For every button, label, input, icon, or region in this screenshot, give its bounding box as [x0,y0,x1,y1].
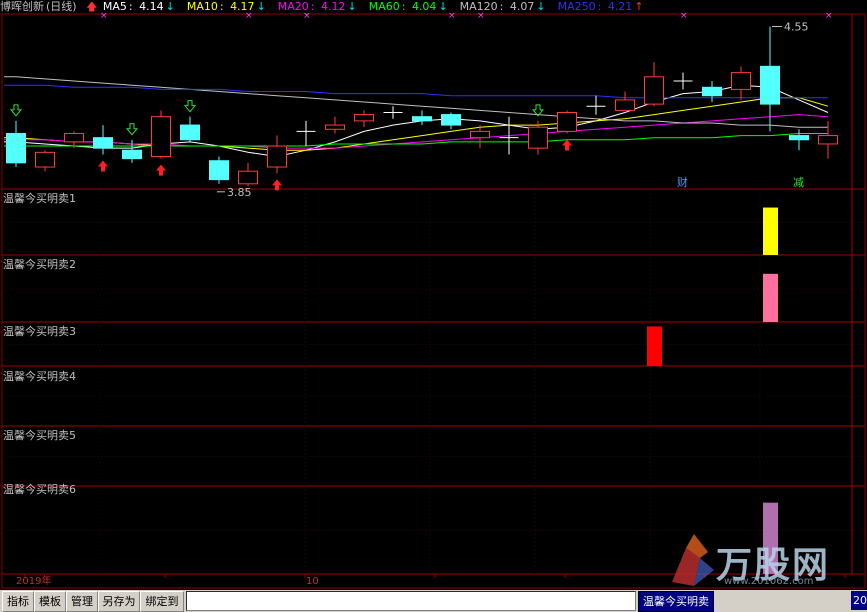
panel-label-3: 温馨今买明卖3 [3,325,76,338]
ma-value: 4.07 [509,0,535,13]
candle-body [760,65,780,105]
panel-label-5: 温馨今买明卖5 [3,429,76,442]
signal-bar-panel-1 [763,207,778,255]
signal-bar-panel-3 [647,326,662,366]
arrow-down-icon: ↓ [165,0,175,13]
chart-header: 博晖创新 (日线) 🡅 MA5: 4.14 ↓ MA10: 4.17 ↓ MA20: 4.… [0,0,658,14]
panel-label-1: 温馨今买明卖1 [3,192,76,205]
template-button[interactable]: 模板 [34,591,66,612]
arrow-down-icon: ↓ [347,0,357,13]
panel-label-4: 温馨今买明卖4 [3,370,76,383]
sell-arrow-icon [125,123,139,136]
candle-body [731,72,751,90]
panel-label-2: 温馨今买明卖2 [3,258,76,271]
ma-label: MA5 [102,0,127,13]
ma-up-icon: 🡅 [86,0,98,13]
top-marker-icon: × [680,11,688,21]
buy-arrow-icon [562,139,572,151]
high-price-label: 4.55 [784,20,809,33]
chart-frame [1,13,866,589]
ma-value: 4.14 [139,0,164,13]
manage-button[interactable]: 管理 [66,591,98,612]
ma-label: MA20 [277,0,309,13]
signal-bar-panel-2 [763,273,778,322]
low-price-label: 3.85 [227,186,252,199]
candle-body [93,137,113,149]
ma-ma250-readout: MA250: 4.21 ↑ [557,0,644,13]
ma-ma20-readout: MA20: 4.12 ↓ [277,0,357,13]
candle-body [702,86,722,97]
candle-body [325,124,345,130]
ma-ma120-readout: MA120: 4.07 ↓ [459,0,546,13]
ma-value: 4.04 [411,0,437,13]
candle-body [818,135,838,145]
candle-body [470,130,490,139]
buy-arrow-icon [98,160,108,172]
arrow-down-icon: ↓ [438,0,448,13]
ma-label: MA250 [557,0,596,13]
ma-value: 4.17 [230,0,255,13]
candle-body [64,132,84,143]
ma-label: MA10 [186,0,218,13]
ma-label: MA120 [459,0,498,13]
candle-body [528,126,548,149]
indicator-tab-active[interactable]: 温馨今买明卖 [638,591,714,612]
event-jian-badge: 减 [793,176,804,189]
candle-body [354,114,374,122]
event-cai-badge: 财 [677,175,688,189]
candle-body [35,151,55,168]
saveas-button[interactable]: 另存为 [98,591,140,612]
period-label: (日线) [46,0,77,13]
panel-label-6: 温馨今买明卖6 [3,483,76,496]
stock-chart[interactable]: × × × × × × ×4.553.85财减 [0,0,867,590]
candle-body [238,170,258,185]
candle-body [209,160,229,181]
ma-ma10-readout: MA10: 4.17 ↓ [186,0,266,13]
buy-arrow-icon [156,164,166,176]
signal-bar-panel-6 [763,502,778,574]
ma-label: MA60 [368,0,400,13]
candle-body [180,124,200,141]
candle-body [441,114,461,126]
candle-body [6,132,26,164]
candle-body [557,111,577,132]
ma-value: 4.21 [607,0,633,13]
arrow-down-icon: ↓ [536,0,546,13]
sell-arrow-icon [183,100,197,113]
x-year-label: 2019年 [16,576,52,587]
candle-body [151,116,171,158]
arrow-up-icon: ↑ [634,0,644,13]
candle-body [412,116,432,122]
candle-body [122,149,142,160]
candle-body [267,145,287,168]
indicator-input[interactable] [186,591,636,611]
candle-body [615,99,635,111]
bind-to-button[interactable]: 绑定到 [140,591,184,612]
page-number[interactable]: 20 [851,591,867,610]
candle-body [789,135,809,141]
sell-arrow-icon [9,104,23,117]
top-marker-icon: × [825,11,833,21]
x-month-label: 10 [306,576,319,587]
stock-name[interactable]: 博晖创新 [0,0,44,13]
arrow-down-icon: ↓ [256,0,266,13]
ma-ma60-readout: MA60: 4.04 ↓ [368,0,448,13]
bottom-toolbar: 指标 模板 管理 另存为 绑定到 温馨今买明卖 20 [0,590,867,612]
candle-body [644,76,664,105]
indicator-button[interactable]: 指标 [2,591,34,612]
ma-value: 4.12 [321,0,346,13]
ma-ma5-readout: MA5: 4.14 ↓ [102,0,175,13]
